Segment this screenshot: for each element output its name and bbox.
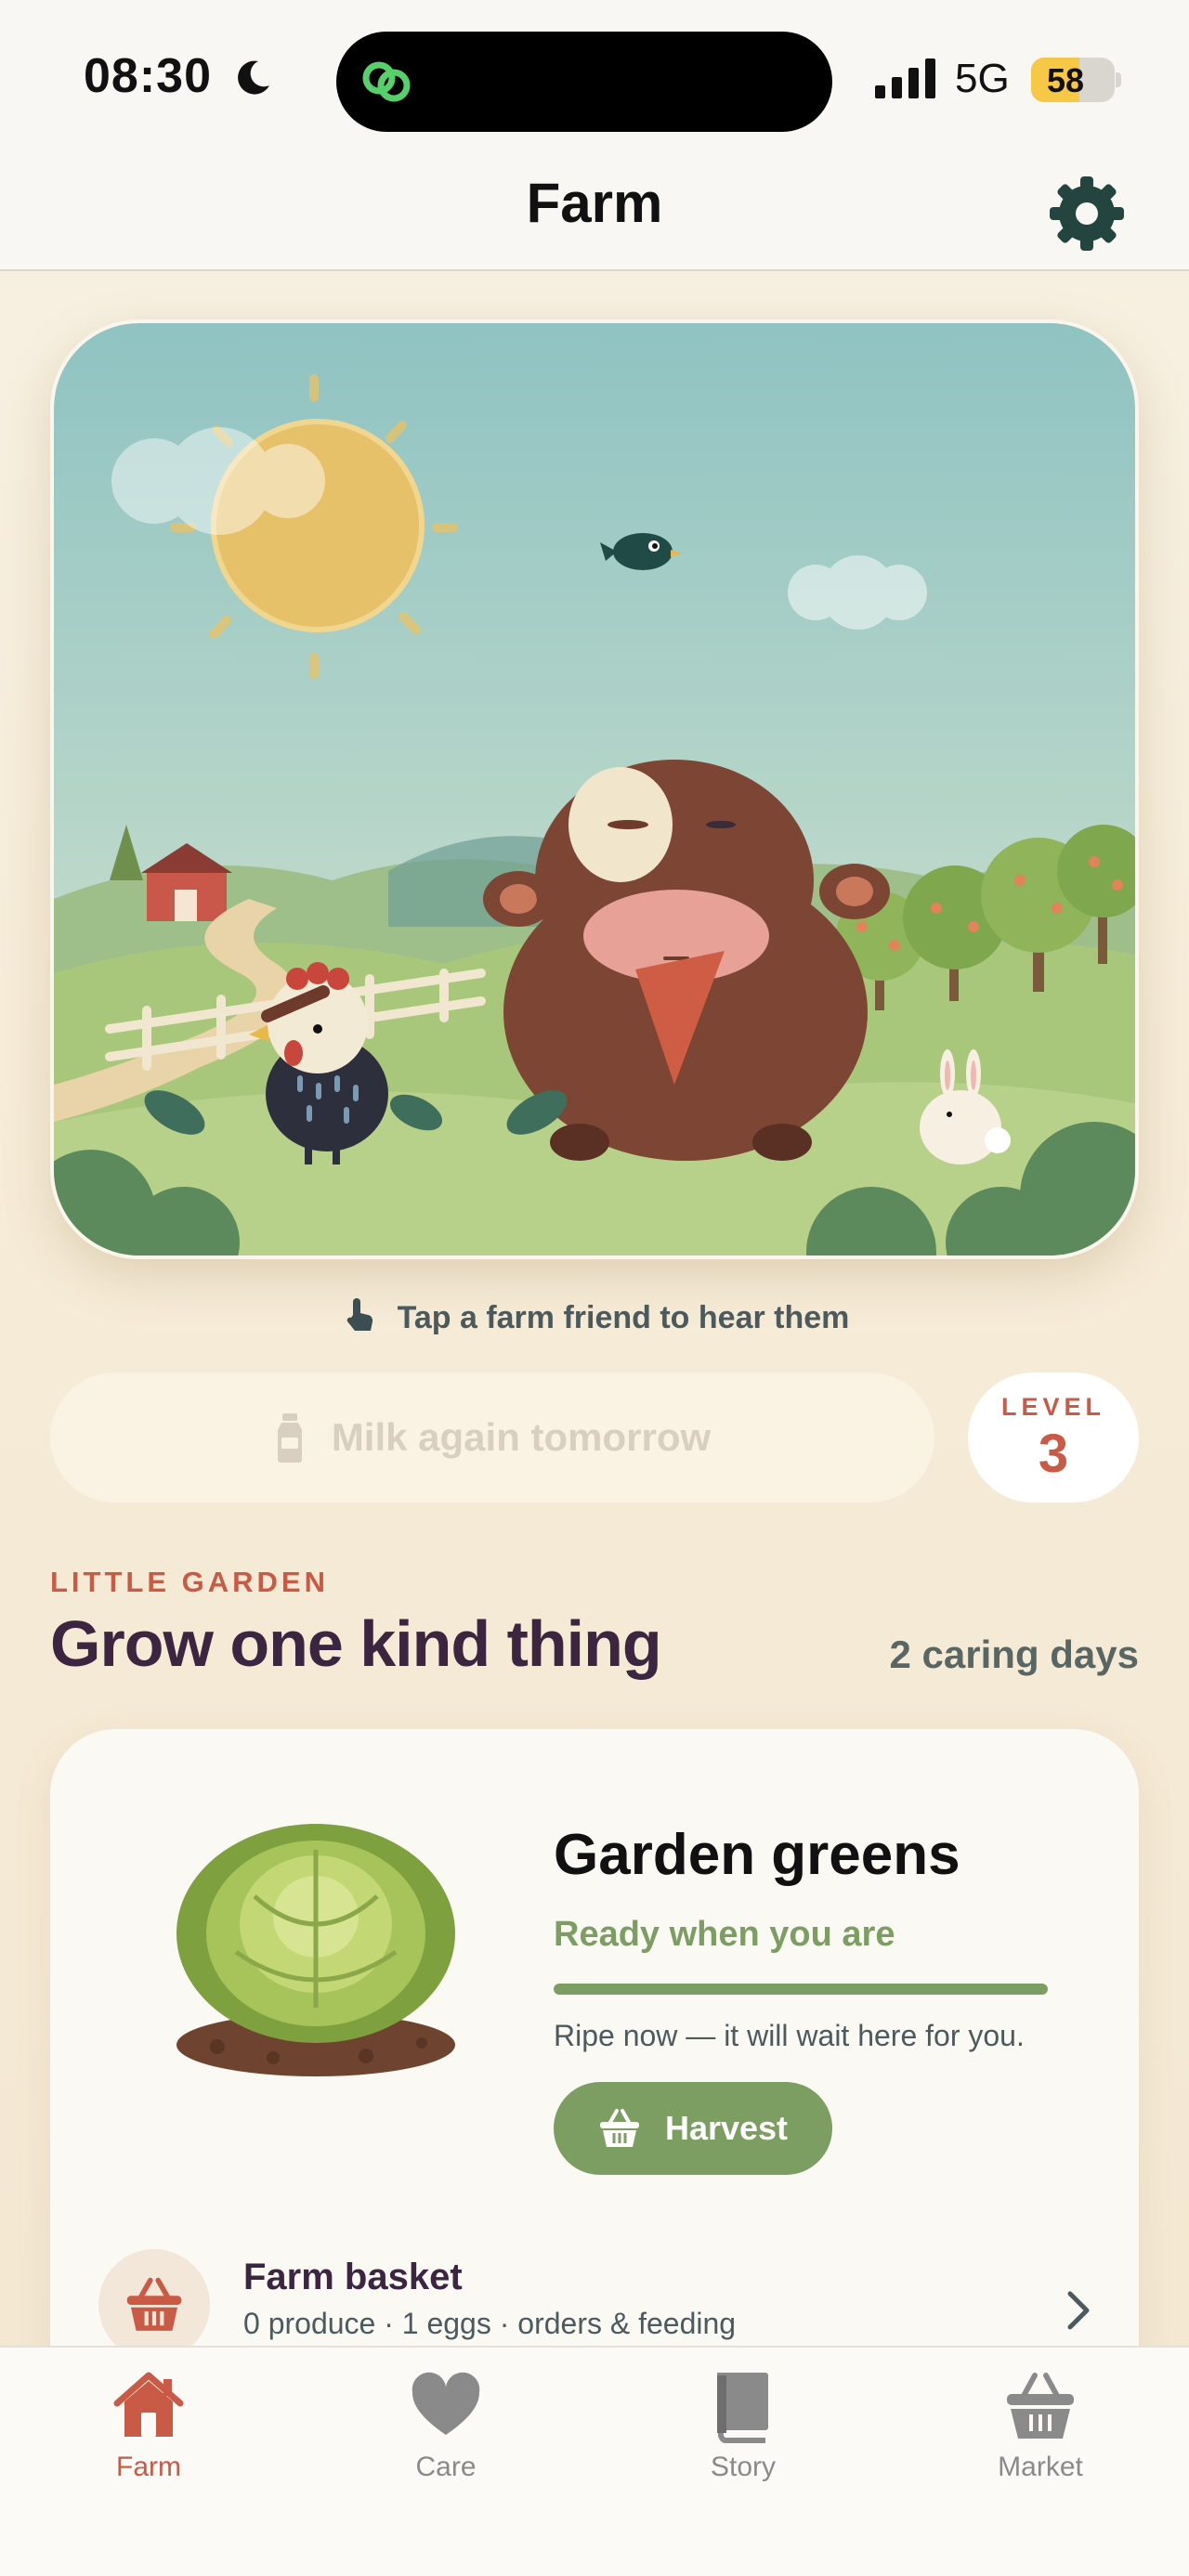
battery-icon: 58	[1031, 58, 1115, 102]
basket-title: Farm basket	[243, 2257, 463, 2297]
chevron-right-icon	[1067, 2291, 1090, 2330]
signal-icon	[875, 59, 935, 98]
section-title: Grow one kind thing	[50, 1607, 662, 1680]
level-badge: LEVEL 3	[968, 1373, 1139, 1503]
basket-subtitle: 0 produce · 1 eggs · orders & feeding	[243, 2307, 737, 2340]
scene-hint-text: Tap a farm friend to hear them	[397, 1300, 850, 1335]
page-title: Farm	[526, 172, 663, 234]
tab-label-care: Care	[415, 2452, 477, 2482]
status-bar: 08:30 5G 58	[0, 0, 1189, 139]
harvest-button[interactable]: Harvest	[554, 2082, 832, 2175]
scene-hint: Tap a farm friend to hear them	[0, 1296, 1189, 1337]
crop-status: Ready when you are	[554, 1915, 895, 1954]
level-label: LEVEL	[1000, 1393, 1105, 1421]
tab-bar: Farm Care Story Market	[0, 2346, 1189, 2576]
tab-label-story: Story	[710, 2452, 777, 2482]
tab-market[interactable]: Market	[947, 2366, 1133, 2505]
farm-scene[interactable]	[50, 319, 1139, 1259]
link-icon	[362, 61, 411, 102]
crop-name: Garden greens	[554, 1823, 960, 1887]
basket-icon	[1007, 2373, 1074, 2439]
growth-progress-bar	[554, 1984, 1048, 1995]
level-value: 3	[1038, 1424, 1069, 1484]
basket-icon	[599, 2109, 639, 2147]
tap-hand-icon	[346, 1298, 372, 1331]
crop-note: Ripe now — it will wait here for you.	[554, 2019, 1025, 2052]
nav-bar: Farm	[0, 139, 1189, 271]
status-time: 08:30	[84, 49, 212, 103]
lettuce-icon	[176, 1824, 455, 2076]
milk-bottle-icon	[277, 1413, 302, 1463]
heart-icon	[412, 2372, 480, 2435]
battery-nub	[1116, 72, 1121, 87]
house-icon	[113, 2372, 184, 2437]
gear-icon[interactable]	[1048, 175, 1126, 253]
moon-icon	[238, 60, 269, 95]
growth-progress-fill	[554, 1984, 1048, 1995]
section-eyebrow: LITTLE GARDEN	[50, 1566, 329, 1598]
milk-button[interactable]: Milk again tomorrow	[50, 1373, 934, 1503]
tab-farm[interactable]: Farm	[56, 2366, 242, 2505]
network-type: 5G	[955, 56, 1010, 101]
harvest-button-label: Harvest	[664, 2109, 789, 2147]
caring-days: 2 caring days	[889, 1633, 1139, 1676]
battery-level: 58	[1046, 61, 1085, 99]
basket-icon	[126, 2277, 182, 2331]
tab-label-farm: Farm	[116, 2452, 181, 2482]
book-icon	[717, 2373, 768, 2443]
dynamic-island	[336, 32, 832, 132]
tab-story[interactable]: Story	[650, 2366, 836, 2505]
tab-care[interactable]: Care	[353, 2366, 539, 2505]
basket-avatar	[98, 2249, 210, 2361]
tab-label-market: Market	[998, 2452, 1083, 2482]
milk-button-label: Milk again tomorrow	[331, 1415, 712, 1459]
cloud-right	[788, 555, 927, 630]
